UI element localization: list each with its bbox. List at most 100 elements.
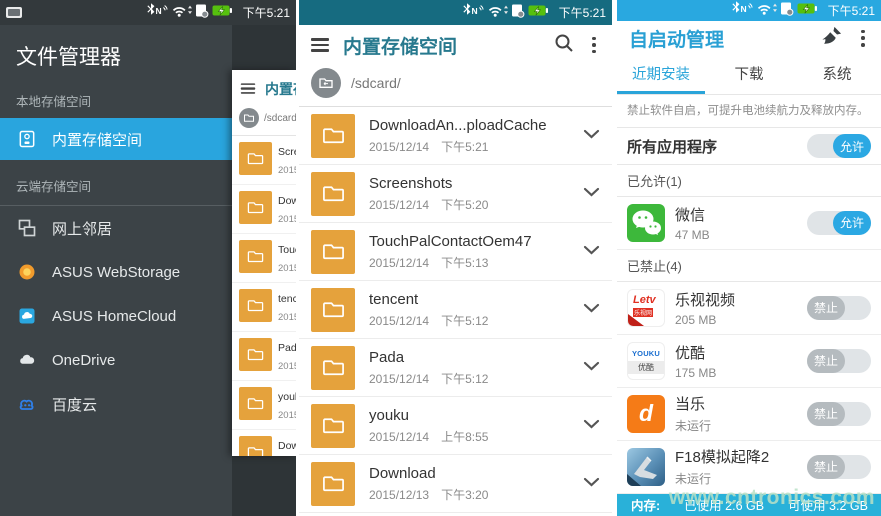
menu-icon[interactable] [241,84,255,95]
folder-name: DownloadAn...ploadCache [369,117,583,134]
peek-path: /sdcard/ [264,113,296,124]
folder-name: Download [369,465,583,482]
folder-icon [311,288,355,332]
drawer-item-label: OneDrive [52,352,115,369]
sdcard-status-icon [512,5,524,18]
drawer-item-asus-webstorage[interactable]: ASUS WebStorage [0,250,232,294]
folder-icon [239,436,272,456]
traffic-down-icon [188,11,192,14]
chevron-down-icon[interactable] [583,185,600,203]
search-icon[interactable] [554,33,574,58]
folder-date: 2015/12/14 [278,263,296,274]
status-bar: N 下午5:21 [0,0,296,25]
app-name: 微信 [675,204,797,225]
chevron-down-icon[interactable] [583,475,600,493]
peek-folder-row[interactable]: youku 2015/12/14 [232,381,296,430]
app-toggle[interactable]: 禁止 [807,455,871,479]
drawer-item-baidu-cloud[interactable]: 百度云 [0,382,232,426]
folder-row[interactable]: tencent 2015/12/14下午5:12 [299,281,612,339]
sdcard-status-icon [781,3,793,16]
folder-row[interactable]: Download 2015/12/13下午3:20 [299,455,612,513]
folder-date: 2015/12/14 [278,165,296,176]
folder-row[interactable]: DownloadAn...ploadCache 2015/12/14下午5:21 [299,107,612,165]
all-apps-row: 所有应用程序 允许 [617,128,881,165]
app-row: F18模拟起降2 未运行 禁止 [617,441,881,494]
overflow-menu-icon[interactable] [588,35,600,56]
peek-folder-row[interactable]: Download 2015/12/13 [232,430,296,456]
app-row: Letv乐视网 乐视视频 205 MB 禁止 [617,282,881,335]
folder-date: 2015/12/14 [278,214,296,225]
folder-row[interactable]: Screenshots 2015/12/14下午5:20 [299,165,612,223]
screenshot-collage: N 下午5:21 文件管理器 本地存储空间 内置存储空间 云端存储空间 网上邻居… [0,0,881,516]
peek-folder-row[interactable]: Pada 2015/12/14 [232,332,296,381]
all-apps-toggle[interactable]: 允许 [807,134,871,158]
peek-folder-row[interactable]: TouchPal 2015/12/14 [232,234,296,283]
cloud-items-list: 网上邻居 ASUS WebStorage ASUS HomeCloud OneD… [0,206,232,426]
overflow-menu-icon[interactable] [857,28,869,49]
peek-folder-row[interactable]: Download 2015/12/14 [232,185,296,234]
app-toggle[interactable]: 允许 [807,211,871,235]
drawer-item-label: 内置存储空间 [52,129,142,150]
folder-date: 2015/12/14下午5:12 [369,312,583,329]
drawer-item-label: 网上邻居 [52,218,112,239]
baidu-cloud-icon [17,394,37,414]
peek-window-title: 内置存储空间 [265,79,296,99]
folder-name: tencent [369,291,583,308]
folder-date: 2015/12/14 [278,312,296,323]
drawer-item-network-places[interactable]: 网上邻居 [0,206,232,250]
chevron-down-icon[interactable] [583,127,600,145]
status-time: 下午5:21 [559,4,606,21]
chevron-down-icon[interactable] [583,243,600,261]
chevron-down-icon[interactable] [583,301,600,319]
folder-row[interactable]: youku 2015/12/14上午8:55 [299,397,612,455]
app-detail: 175 MB [675,366,797,380]
app-toggle[interactable]: 禁止 [807,402,871,426]
nfc-icon: N [471,6,477,16]
peek-folder-row[interactable]: tencent 2015/12/14 [232,283,296,332]
menu-icon[interactable] [311,38,329,51]
app-row: YOUKU优酷 优酷 175 MB 禁止 [617,335,881,388]
tab-bar: 近期安装下载系统 [617,55,881,95]
clean-sweep-icon[interactable] [822,25,843,51]
current-path: /sdcard/ [351,75,401,91]
folder-row[interactable]: Pada 2015/12/14下午5:12 [299,339,612,397]
memory-footer: 内存: 已使用 2.6 GB 可使用 3.2 GB [617,494,881,516]
autostart-screenshot: N 下午5:21 自启动管理 近期安装下载系统 禁止软件自启，可提升电池续航力及… [617,0,881,516]
drawer-item-internal-storage[interactable]: 内置存储空间 [0,118,232,160]
chevron-down-icon[interactable] [583,417,600,435]
traffic-down-icon [773,9,777,12]
all-apps-label: 所有应用程序 [627,136,807,157]
peek-folder-row[interactable]: Screenshots 2015/12/14 [232,136,296,185]
app-name: 优酷 [675,342,797,363]
app-toggle[interactable]: 禁止 [807,349,871,373]
drawer-item-asus-homecloud[interactable]: ASUS HomeCloud [0,294,232,338]
tab-近期安装[interactable]: 近期安装 [617,55,705,94]
app-name: 乐视视频 [675,289,797,310]
folder-name: TouchPalContactOem47 [369,233,583,250]
peek-folder-list: Screenshots 2015/12/14 Download 2015/12/… [232,136,296,456]
description-text: 禁止软件自启，可提升电池续航力及释放内存。 [617,95,881,128]
tab-下载[interactable]: 下载 [705,55,793,94]
app-toggle[interactable]: 禁止 [807,296,871,320]
blocked-apps-list: Letv乐视网 乐视视频 205 MB 禁止 YOUKU优酷 优酷 175 MB… [617,282,881,494]
wechat-icon [627,204,665,242]
traffic-down-icon [504,11,508,14]
drawer-item-onedrive[interactable]: OneDrive [0,338,232,382]
asus-homecloud-icon [17,306,37,326]
status-bar: N 下午5:21 [299,0,612,25]
wifi-icon [489,8,500,17]
folder-row[interactable]: TouchPalContactOem47 2015/12/14下午5:13 [299,223,612,281]
chevron-down-icon[interactable] [583,359,600,377]
tab-系统[interactable]: 系统 [793,55,881,94]
baidu-cloud-icon [16,393,38,415]
folder-icon [239,240,272,273]
folder-name: TouchPal [278,244,296,256]
bluetooth-icon [732,1,739,13]
toolbar: 自启动管理 [617,21,881,55]
app-title: 文件管理器 [0,25,232,85]
status-time: 下午5:21 [243,4,290,21]
status-icons-svg: N [459,2,555,18]
folder-date: 2015/12/13下午3:20 [369,486,583,503]
sdcard-icon[interactable] [311,68,341,98]
app-row: 微信 47 MB 允许 [617,197,881,250]
